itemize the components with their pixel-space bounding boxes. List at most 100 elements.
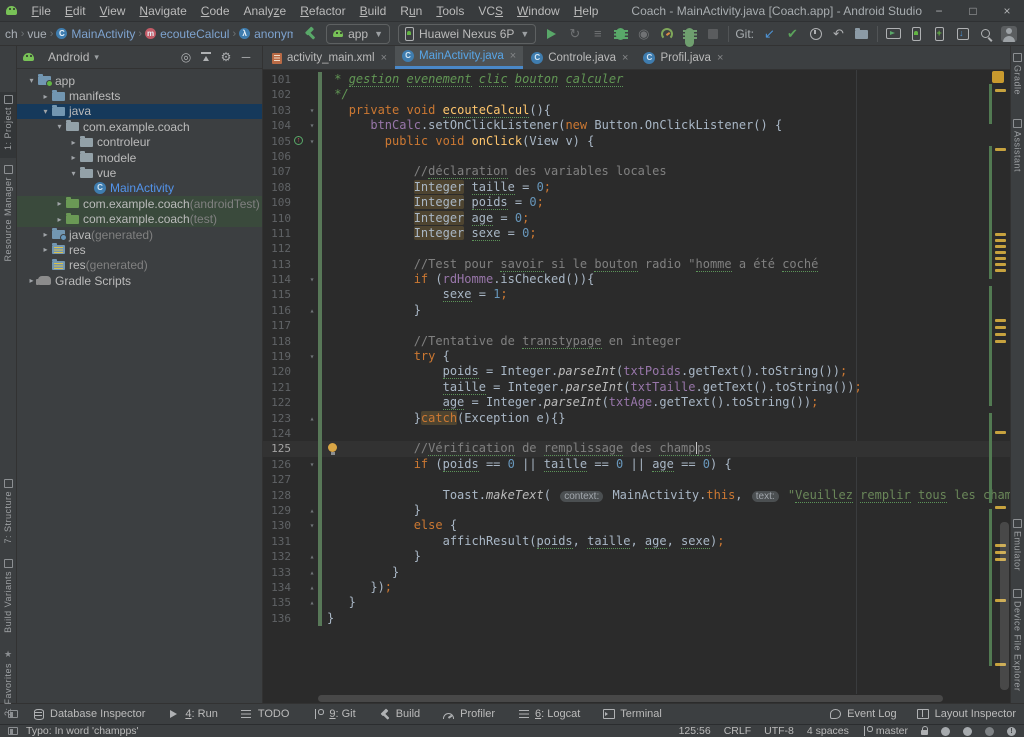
warning-stripe-mark[interactable]	[995, 431, 1006, 434]
database-inspector-button[interactable]: Database Inspector	[32, 708, 145, 721]
tree-expand-arrow[interactable]: ▸	[39, 92, 52, 101]
line-ending-indicator[interactable]: CRLF	[724, 725, 751, 737]
git-toolwindow-button[interactable]: 9: Git	[311, 708, 355, 721]
code-editor[interactable]: 101 * gestion evenement clic bouton calc…	[263, 70, 1010, 694]
project-structure-icon[interactable]	[850, 24, 873, 44]
tree-expand-arrow[interactable]: ▾	[67, 169, 80, 178]
running-devices-icon[interactable]	[882, 24, 905, 44]
hide-panel-icon[interactable]: ─	[236, 48, 256, 66]
tree-expand-arrow[interactable]: ▸	[67, 138, 80, 147]
strip-tab-1-project[interactable]: 1: Project	[0, 92, 16, 158]
tree-item-com-example-coach[interactable]: ▾com.example.coach	[17, 119, 262, 134]
strip-tab-build-variants[interactable]: Build Variants	[0, 556, 16, 642]
code-line[interactable]: 103▾ private void ecouteCalcul(){	[263, 103, 1010, 118]
tree-expand-arrow[interactable]: ▾	[53, 122, 66, 131]
warning-stripe-mark[interactable]	[995, 233, 1006, 236]
build-toolwindow-button[interactable]: Build	[378, 708, 420, 721]
tree-item-app[interactable]: ▾app	[17, 73, 262, 88]
code-line[interactable]: 128 Toast.makeText( context: MainActivit…	[263, 488, 1010, 503]
profile-avatar[interactable]	[997, 24, 1020, 44]
menu-view[interactable]: View	[93, 2, 133, 20]
code-line[interactable]: 127	[263, 472, 1010, 487]
lock-icon[interactable]	[921, 730, 928, 735]
fold-marker-icon[interactable]: ▾	[306, 118, 318, 133]
build-hammer-icon[interactable]	[299, 24, 322, 44]
menu-help[interactable]: Help	[567, 2, 606, 20]
avd-manager-icon[interactable]	[905, 24, 928, 44]
code-line[interactable]: 129▴ }	[263, 503, 1010, 518]
sdk-manager-icon[interactable]	[951, 24, 974, 44]
warning-stripe-mark[interactable]	[995, 326, 1006, 329]
fold-marker-icon[interactable]: ▴	[306, 411, 318, 426]
warning-stripe-mark[interactable]	[995, 257, 1006, 260]
settings-gear-icon[interactable]: ⚙	[216, 48, 236, 66]
override-method-icon[interactable]: ↑	[294, 136, 303, 145]
menu-file[interactable]: File	[25, 2, 58, 20]
tree-item-res[interactable]: res (generated)	[17, 258, 262, 273]
tree-expand-arrow[interactable]: ▸	[67, 153, 80, 162]
code-line[interactable]: 110 Integer age = 0;	[263, 211, 1010, 226]
tree-expand-arrow[interactable]: ▾	[39, 107, 52, 116]
error-stripe-scrollbar[interactable]	[988, 70, 1010, 694]
warning-stripe-mark[interactable]	[995, 245, 1006, 248]
logcat-button[interactable]: 6: Logcat	[517, 708, 580, 721]
code-line[interactable]: 107 //déclaration des variables locales	[263, 164, 1010, 179]
indent-indicator[interactable]: 4 spaces	[807, 725, 849, 737]
minimize-button[interactable]: −	[922, 0, 956, 21]
encoding-indicator[interactable]: UTF-8	[764, 725, 794, 737]
profiler-button[interactable]	[655, 24, 678, 44]
breadcrumb-item[interactable]: ch	[5, 27, 18, 41]
todo-button[interactable]: TODO	[240, 708, 290, 721]
menu-tools[interactable]: Tools	[429, 2, 471, 20]
code-line[interactable]: 134▴ });	[263, 580, 1010, 595]
tab-close-icon[interactable]: ×	[510, 50, 516, 62]
tree-item-controleur[interactable]: ▸controleur	[17, 135, 262, 150]
device-selector[interactable]: Huawei Nexus 6P ▼	[398, 24, 536, 44]
code-line[interactable]: 102 */	[263, 87, 1010, 102]
code-line[interactable]: 126▾ if (poids == 0 || taille == 0 || ag…	[263, 457, 1010, 472]
warning-stripe-mark[interactable]	[995, 269, 1006, 272]
layout-inspector-button[interactable]: Layout Inspector	[917, 708, 1016, 721]
tab-close-icon[interactable]: ×	[381, 52, 387, 64]
profile-debug-icon[interactable]	[678, 24, 701, 44]
code-line[interactable]: 133▴ }	[263, 565, 1010, 580]
fold-marker-icon[interactable]: ▾	[306, 272, 318, 287]
strip-tab-2-favorites[interactable]: ★2: Favorites	[0, 646, 16, 718]
git-branch-widget[interactable]: master	[862, 725, 908, 737]
code-line[interactable]: 120 poids = Integer.parseInt(txtPoids.ge…	[263, 364, 1010, 379]
breadcrumb-item[interactable]: mecouteCalcul	[145, 27, 229, 41]
tree-expand-arrow[interactable]: ▸	[39, 245, 52, 254]
code-line[interactable]: 112	[263, 241, 1010, 256]
tree-item-com-example-coach[interactable]: ▸com.example.coach (test)	[17, 212, 262, 227]
attach-debugger-icon[interactable]: ◉	[632, 24, 655, 44]
fold-marker-icon[interactable]: ▾	[306, 134, 318, 149]
menu-window[interactable]: Window	[510, 2, 567, 20]
locate-file-icon[interactable]: ◎	[176, 48, 196, 66]
tree-item-modele[interactable]: ▸modele	[17, 150, 262, 165]
code-line[interactable]: 125 //Vérification de remplissage des ch…	[263, 441, 1010, 456]
tree-expand-arrow[interactable]: ▾	[25, 76, 38, 85]
profiler-toolwindow-button[interactable]: Profiler	[442, 708, 495, 721]
menu-vcs[interactable]: VCS	[471, 2, 510, 20]
inspections-hector-icon[interactable]	[985, 727, 994, 736]
error-stripe-indicator[interactable]	[992, 71, 1004, 83]
menu-navigate[interactable]: Navigate	[132, 2, 193, 20]
strip-tab-device-file-explorer[interactable]: Device File Explorer	[1011, 586, 1024, 698]
caret-position[interactable]: 125:56	[679, 725, 711, 737]
breadcrumb-item[interactable]: vue	[27, 27, 46, 41]
warning-stripe-mark[interactable]	[995, 239, 1006, 242]
search-everywhere-icon[interactable]	[974, 24, 997, 44]
run-toolwindow-button[interactable]: 4: Run	[167, 708, 217, 721]
tree-item-res[interactable]: ▸res	[17, 242, 262, 257]
tab-close-icon[interactable]: ×	[622, 52, 628, 64]
fold-marker-icon[interactable]: ▾	[306, 103, 318, 118]
tree-expand-arrow[interactable]: ▸	[53, 199, 66, 208]
toolwindow-switcher-icon[interactable]	[8, 710, 18, 718]
tree-expand-arrow[interactable]: ▸	[39, 230, 52, 239]
strip-tab-emulator[interactable]: Emulator	[1011, 516, 1024, 582]
project-view-selector[interactable]: Android	[48, 50, 89, 64]
menu-refactor[interactable]: Refactor	[293, 2, 352, 20]
apply-code-changes-icon[interactable]: ≡	[586, 24, 609, 44]
fold-marker-icon[interactable]: ▾	[306, 349, 318, 364]
close-button[interactable]: ×	[990, 0, 1024, 21]
